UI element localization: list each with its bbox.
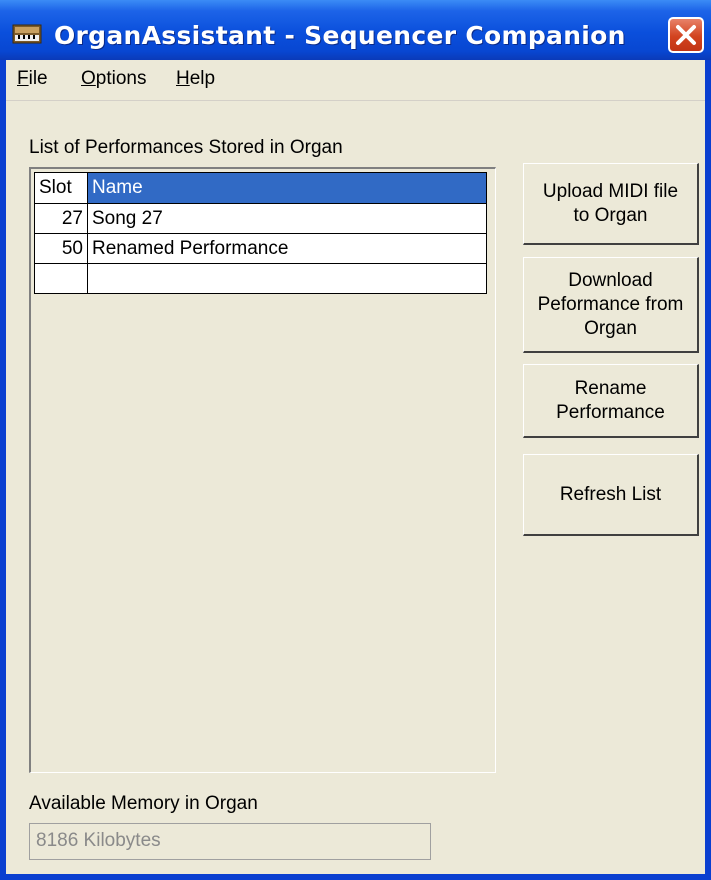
slot-cell[interactable]: 27 bbox=[34, 203, 88, 234]
menu-file[interactable]: File bbox=[17, 68, 48, 90]
column-header-name[interactable]: Name bbox=[87, 172, 487, 204]
menu-bar: File Options Help bbox=[6, 60, 705, 101]
name-cell[interactable] bbox=[87, 263, 487, 294]
table-row-empty[interactable] bbox=[34, 263, 487, 294]
rename-performance-button[interactable]: Rename Performance bbox=[523, 364, 699, 438]
table-row[interactable]: 50 Renamed Performance bbox=[34, 233, 487, 264]
table-row[interactable]: 27 Song 27 bbox=[34, 203, 487, 234]
slot-cell[interactable] bbox=[34, 263, 88, 294]
performance-list[interactable]: Slot Name 27 Song 27 50 Renamed Performa… bbox=[29, 167, 496, 773]
organ-icon bbox=[12, 22, 42, 46]
window-title: OrganAssistant - Sequencer Companion bbox=[54, 21, 626, 50]
refresh-list-button[interactable]: Refresh List bbox=[523, 454, 699, 536]
column-header-slot[interactable]: Slot bbox=[34, 172, 88, 204]
client-area: File Options Help List of Performances S… bbox=[6, 60, 705, 874]
close-button[interactable] bbox=[668, 17, 704, 53]
application-window: OrganAssistant - Sequencer Companion Fil… bbox=[0, 0, 711, 880]
upload-midi-button[interactable]: Upload MIDI file to Organ bbox=[523, 163, 699, 245]
title-bar[interactable]: OrganAssistant - Sequencer Companion bbox=[0, 0, 711, 60]
menu-help[interactable]: Help bbox=[176, 68, 215, 90]
performance-list-label: List of Performances Stored in Organ bbox=[29, 137, 343, 158]
available-memory-field: 8186 Kilobytes bbox=[29, 823, 431, 860]
performance-grid[interactable]: Slot Name 27 Song 27 50 Renamed Performa… bbox=[34, 172, 487, 294]
name-cell[interactable]: Song 27 bbox=[87, 203, 487, 234]
name-cell[interactable]: Renamed Performance bbox=[87, 233, 487, 264]
close-icon bbox=[670, 25, 702, 55]
slot-cell[interactable]: 50 bbox=[34, 233, 88, 264]
available-memory-label: Available Memory in Organ bbox=[29, 793, 258, 814]
grid-header-row: Slot Name bbox=[34, 172, 487, 204]
download-performance-button[interactable]: Download Peformance from Organ bbox=[523, 257, 699, 353]
menu-options[interactable]: Options bbox=[81, 68, 146, 90]
